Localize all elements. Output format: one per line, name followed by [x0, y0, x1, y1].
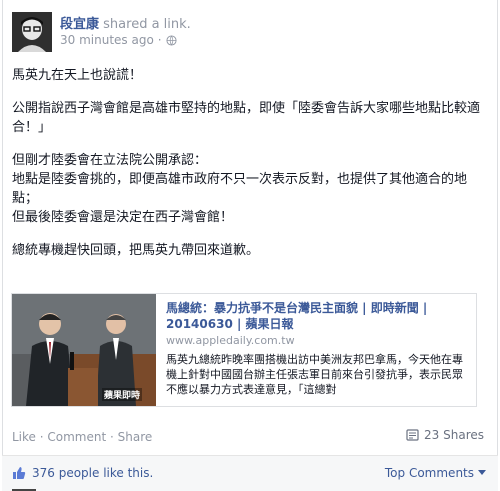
shared-link-thumbnail[interactable]: 蘋果即時 [12, 294, 156, 406]
post-body: 馬英九在天上也說謊！ 公開指說西子灣會館是高雄市堅持的地點，即使「陸委會告訴大家… [12, 66, 482, 260]
top-comments-dropdown[interactable]: Top Comments [385, 466, 486, 480]
facebook-post: 段宜康 shared a link. 30 minutes ago · 馬英九在… [0, 0, 500, 491]
author-avatar[interactable] [12, 12, 52, 52]
action-separator-1: · [35, 430, 48, 444]
post-line-3: 但剛才陸委會在立法院公開承認： 地點是陸委會挑的，即便高雄市政府不只一次表示反對… [12, 153, 468, 225]
post-action-text: shared a link. [103, 17, 191, 32]
chevron-down-icon [478, 470, 486, 475]
share-count-icon [406, 428, 419, 441]
shared-link-card[interactable]: 蘋果即時 馬總統：暴力抗爭不是台灣民主面貌 | 即時新聞 | 20140630 … [11, 293, 477, 407]
likes-summary[interactable]: 376 people like this. [32, 466, 153, 480]
post-line-1: 馬英九在天上也說謊！ [12, 68, 143, 83]
post-footer: 376 people like this. Top Comments [2, 455, 498, 491]
post-line-2: 公開指說西子灣會館是高雄市堅持的地點，即使「陸委會告訴大家哪些地點比較適合！」 [12, 101, 481, 135]
separator-dot: · [157, 33, 162, 47]
shared-link-url: www.appledaily.com.tw [166, 334, 295, 347]
like-link[interactable]: Like [12, 430, 36, 444]
post-border-right [497, 0, 498, 462]
post-actions: Like · Comment · Share [12, 430, 152, 444]
shares-count-text[interactable]: 23 Shares [424, 428, 484, 442]
thumbnail-caption: 蘋果即時 [102, 388, 143, 401]
author-name[interactable]: 段宜康 [60, 17, 99, 32]
share-link[interactable]: Share [118, 430, 153, 444]
top-comments-label[interactable]: Top Comments [385, 466, 474, 480]
post-line-4: 總統專機趕快回頭，把馬英九帶回來道歉。 [12, 243, 260, 258]
post-timestamp[interactable]: 30 minutes ago [60, 33, 154, 47]
shares-count[interactable]: 23 Shares [406, 428, 484, 442]
shared-link-description: 馬英九總統昨晚率團搭機出訪中美洲友邦巴拿馬，今天他在專機上針對中國國台辦主任張志… [166, 353, 463, 396]
post-border-left [2, 0, 3, 462]
shared-link-title[interactable]: 馬總統：暴力抗爭不是台灣民主面貌 | 即時新聞 | 20140630 | 蘋果日… [166, 300, 471, 332]
action-separator-2: · [106, 430, 118, 444]
thumbs-up-icon [13, 467, 26, 479]
post-header: 段宜康 shared a link. [60, 13, 191, 32]
post-meta: 30 minutes ago · [60, 33, 177, 47]
globe-icon[interactable] [166, 34, 177, 46]
comment-link[interactable]: Comment [47, 430, 106, 444]
